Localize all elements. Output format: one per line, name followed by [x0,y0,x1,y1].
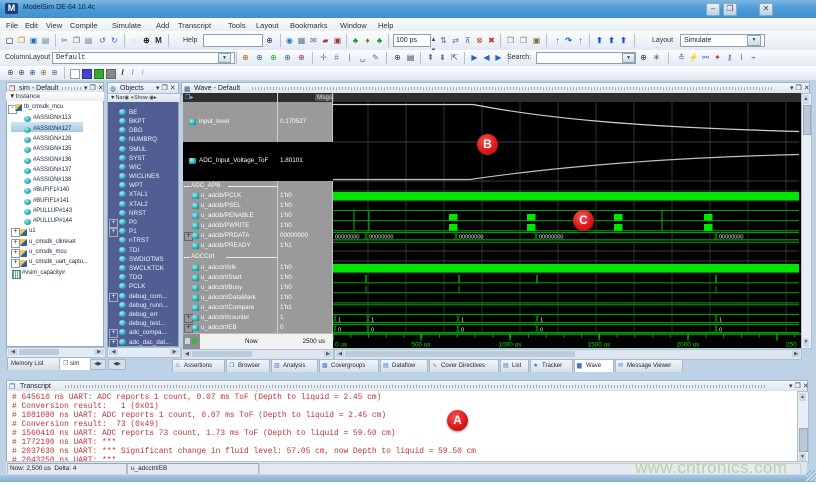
svg-text:0: 0 [338,327,341,333]
svg-text:00000000: 00000000 [719,235,743,241]
svg-text:0: 0 [719,327,722,333]
svg-text:0: 0 [461,327,464,333]
svg-text:0: 0 [371,327,374,333]
svg-text:2000 us: 2000 us [677,342,700,349]
svg-text:1: 1 [461,317,464,323]
svg-text:1000 us: 1000 us [499,342,522,349]
svg-text:500 us: 500 us [411,342,430,349]
svg-text:0 us: 0 us [335,342,347,349]
svg-text:00000000: 00000000 [539,235,563,241]
svg-text:00000000: 00000000 [335,235,359,241]
svg-text:00000000: 00000000 [459,235,483,241]
svg-text:0: 0 [540,327,543,333]
svg-text:1: 1 [540,317,543,323]
svg-text:1500 us: 1500 us [588,342,611,349]
svg-text:00000000: 00000000 [369,235,393,241]
svg-text:1: 1 [719,317,722,323]
svg-text:1: 1 [338,317,341,323]
svg-text:1: 1 [371,317,374,323]
svg-text:250: 250 [786,342,797,349]
